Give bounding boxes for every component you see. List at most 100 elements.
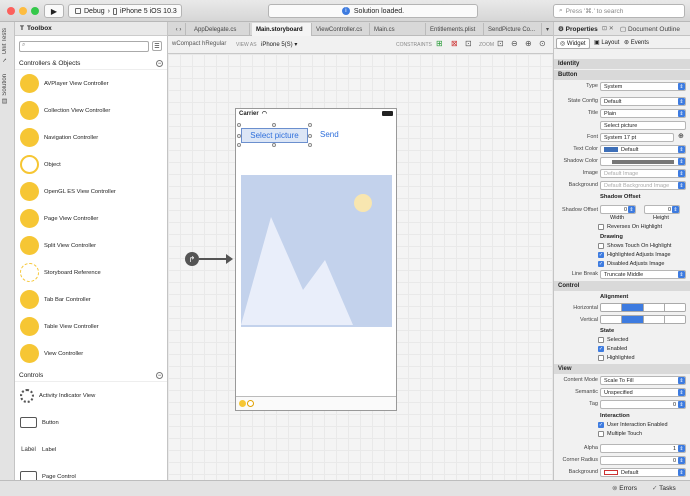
section-control[interactable]: Control: [554, 281, 690, 291]
tab-main-cs[interactable]: Main.cs: [370, 23, 426, 36]
section-controllers[interactable]: Controllers & Objects −: [15, 58, 167, 70]
send-button[interactable]: Send: [320, 130, 339, 139]
toolbox-item[interactable]: AVPlayer View Controller: [15, 70, 167, 97]
zoom-fit-icon[interactable]: ⊡: [497, 39, 504, 48]
collapse-icon[interactable]: −: [156, 372, 163, 379]
shadow-color-select[interactable]: ⇕: [600, 157, 686, 166]
entry-point-icon[interactable]: ↱: [185, 252, 199, 266]
vertical-alignment-control[interactable]: [600, 315, 686, 324]
section-button[interactable]: Button: [554, 70, 690, 80]
tab-nav-arrows[interactable]: ‹ ›: [168, 23, 186, 36]
resize-handle[interactable]: [272, 143, 276, 147]
resize-handle[interactable]: [308, 143, 312, 147]
toolbox-item[interactable]: Storyboard Reference: [15, 259, 167, 286]
resize-handle[interactable]: [308, 134, 312, 138]
enabled-checkbox[interactable]: ✓ Enabled: [598, 346, 627, 352]
view-background-select[interactable]: Default ⇕: [600, 468, 686, 477]
align-center-icon[interactable]: [601, 304, 623, 311]
toolbox-item[interactable]: Table View Controller: [15, 313, 167, 340]
corner-radius-stepper[interactable]: 0 ⇕: [600, 456, 686, 465]
toolbox-item[interactable]: Tab Bar Controller: [15, 286, 167, 313]
tasks-button[interactable]: ✓ Tasks: [652, 484, 676, 492]
update-frames-icon[interactable]: ⊡: [465, 39, 472, 48]
add-constraints-icon[interactable]: ⊞: [436, 39, 443, 48]
zoom-window-icon[interactable]: [31, 7, 39, 15]
collapse-icon[interactable]: −: [156, 60, 163, 67]
zoom-in-icon[interactable]: ⊕: [525, 39, 532, 48]
resize-handle[interactable]: [308, 123, 312, 127]
font-field[interactable]: System 17 pt: [600, 133, 674, 142]
title-select[interactable]: Plain ⇕: [600, 109, 686, 118]
resize-handle[interactable]: [237, 134, 241, 138]
text-color-select[interactable]: Default ⇕: [600, 145, 686, 154]
tab-appdelegate[interactable]: AppDelegate.cs: [190, 23, 250, 36]
highlighted-adjusts-checkbox[interactable]: ✓ Highlighted Adjusts Image: [598, 252, 671, 258]
selected-checkbox[interactable]: Selected: [598, 337, 628, 343]
state-config-select[interactable]: Default ⇕: [600, 97, 686, 106]
errors-button[interactable]: ⊗ Errors: [612, 484, 637, 492]
background-select[interactable]: Default Background Image ⇕: [600, 181, 686, 190]
multiple-touch-checkbox[interactable]: Multiple Touch: [598, 431, 642, 437]
content-mode-select[interactable]: Scale To Fill ⇕: [600, 376, 686, 385]
view-as-selector[interactable]: iPhone 5(S) ▾: [261, 41, 297, 48]
shadow-height-stepper[interactable]: 0 ⇕: [644, 205, 680, 214]
type-select[interactable]: System ⇕: [600, 82, 686, 91]
shadow-width-stepper[interactable]: 0 ⇕: [600, 205, 636, 214]
title-text-field[interactable]: Select picture: [600, 121, 686, 130]
resize-handle[interactable]: [237, 143, 241, 147]
alpha-stepper[interactable]: 1 ⇕: [600, 444, 686, 453]
section-identity[interactable]: Identity: [554, 59, 690, 69]
select-picture-button[interactable]: Select picture: [241, 128, 308, 143]
view-controller-scene[interactable]: Carrier ◠ Select picture Send: [235, 108, 397, 411]
tag-stepper[interactable]: 0 ⇕: [600, 400, 686, 409]
run-button[interactable]: ▶: [44, 4, 64, 18]
toolbox-search-input[interactable]: ⌕: [19, 41, 149, 52]
toolbox-item[interactable]: Split View Controller: [15, 232, 167, 259]
toolbox-item[interactable]: Collection View Controller: [15, 97, 167, 124]
section-view[interactable]: View: [554, 364, 690, 374]
toolbox-item[interactable]: OpenGL ES View Controller: [15, 178, 167, 205]
section-controls[interactable]: Controls −: [15, 370, 167, 382]
toolbox-item[interactable]: View Controller: [15, 340, 167, 367]
image-view[interactable]: [241, 175, 392, 327]
line-break-select[interactable]: Truncate Middle ⇕: [600, 270, 686, 279]
exit-icon[interactable]: [247, 400, 254, 407]
view-controller-icon[interactable]: [239, 400, 246, 407]
horizontal-alignment-control[interactable]: [600, 303, 686, 312]
toolbox-item[interactable]: Button: [15, 409, 167, 436]
toolbox-item[interactable]: Page View Controller: [15, 205, 167, 232]
global-search-input[interactable]: ⌕ Press '⌘.' to search: [553, 4, 685, 18]
zoom-actual-icon[interactable]: ⊙: [539, 39, 546, 48]
remove-constraints-icon[interactable]: ⊠: [451, 39, 458, 48]
toolbox-item[interactable]: Navigation Controller: [15, 124, 167, 151]
align-right-icon[interactable]: [643, 304, 665, 311]
minimize-window-icon[interactable]: [19, 7, 27, 15]
semantic-select[interactable]: Unspecified ⇕: [600, 388, 686, 397]
tab-viewcontroller[interactable]: ViewController.cs: [312, 23, 370, 36]
image-select[interactable]: Default Image ⇕: [600, 169, 686, 178]
user-interaction-checkbox[interactable]: ✓ User Interaction Enabled: [598, 422, 668, 428]
size-class-selector[interactable]: wCompact hRegular: [172, 41, 226, 47]
tab-sendpicture[interactable]: SendPicture Co...: [484, 23, 542, 36]
document-outline-tab[interactable]: ▢ Document Outline: [620, 25, 680, 33]
toolbox-item[interactable]: Label Label: [15, 436, 167, 463]
toolbox-item[interactable]: Object: [15, 151, 167, 178]
close-window-icon[interactable]: [7, 7, 15, 15]
list-view-icon[interactable]: ☰: [152, 41, 162, 51]
align-fill-icon[interactable]: [664, 304, 685, 311]
disabled-adjusts-checkbox[interactable]: ✓ Disabled Adjusts Image: [598, 261, 664, 267]
pin-icon[interactable]: ⊡ ✕: [602, 25, 614, 32]
shows-touch-checkbox[interactable]: Shows Touch On Highlight: [598, 243, 671, 249]
align-stretch-icon[interactable]: [664, 316, 685, 323]
font-picker-icon[interactable]: ⊕: [678, 132, 684, 140]
scheme-selector[interactable]: Debug › iPhone 5 iOS 10.3: [68, 4, 182, 18]
align-left-icon[interactable]: [622, 304, 644, 311]
toolbox-item[interactable]: Activity Indicator View: [15, 382, 167, 409]
resize-handle[interactable]: [237, 123, 241, 127]
highlighted-checkbox[interactable]: Highlighted: [598, 355, 635, 361]
reverses-checkbox[interactable]: Reverses On Highlight: [598, 224, 662, 230]
zoom-out-icon[interactable]: ⊖: [511, 39, 518, 48]
solution-tab[interactable]: ▤ Solution: [1, 74, 8, 104]
align-middle-icon[interactable]: [622, 316, 644, 323]
tab-events[interactable]: ⊛ Events: [624, 39, 649, 46]
